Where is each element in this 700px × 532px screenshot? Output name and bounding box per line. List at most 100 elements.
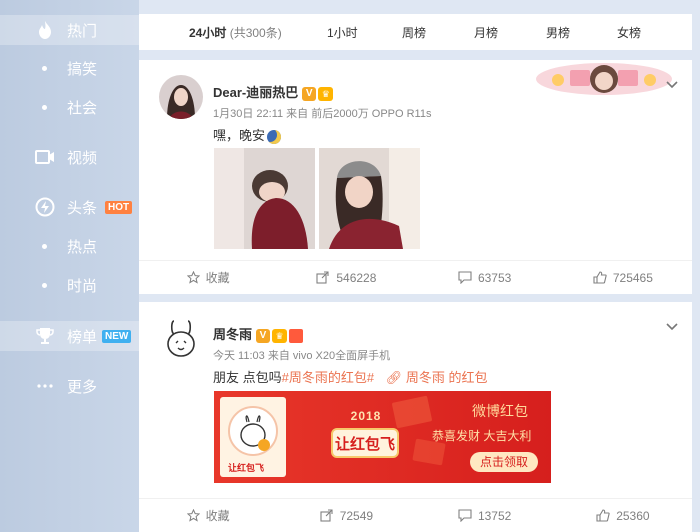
red-envelope-badge-icon bbox=[289, 328, 304, 343]
red-envelope-link[interactable]: 🔗︎ 周冬雨 的红包 bbox=[386, 370, 488, 385]
like-count: 725465 bbox=[612, 270, 653, 285]
banner-slogan: 让红包飞 bbox=[334, 436, 395, 453]
like-count: 25360 bbox=[616, 508, 650, 523]
author-name[interactable]: Dear-迪丽热巴 V ♛ bbox=[213, 82, 334, 101]
lightning-icon bbox=[34, 196, 56, 218]
comment-button[interactable]: 13752 bbox=[416, 499, 554, 532]
post-text-body: 嘿，晚安 bbox=[213, 128, 266, 143]
collect-button[interactable]: 收藏 bbox=[139, 499, 277, 532]
banner-claim-button[interactable]: 点击领取 bbox=[470, 452, 538, 472]
sidebar-item-video[interactable]: 视频 bbox=[0, 142, 139, 172]
sidebar-item-fashion[interactable]: 时尚 bbox=[0, 270, 139, 300]
bullet-icon bbox=[42, 243, 47, 249]
post-text-body: 朋友 点包吗 bbox=[213, 370, 282, 385]
tab-label: 24小时 bbox=[189, 26, 227, 40]
comment-icon bbox=[458, 271, 472, 284]
sidebar-item-hotspot[interactable]: 热点 bbox=[0, 231, 139, 261]
sidebar-item-hot[interactable]: 热门 bbox=[0, 15, 139, 45]
sidebar-item-label: 时尚 bbox=[67, 277, 98, 295]
sidebar-item-society[interactable]: 社会 bbox=[0, 92, 139, 122]
author-name-text: Dear-迪丽热巴 bbox=[213, 85, 299, 100]
repost-count: 72549 bbox=[339, 508, 374, 523]
comment-count: 13752 bbox=[477, 508, 512, 523]
vip-badge-icon: ♛ bbox=[318, 86, 334, 101]
like-button[interactable]: 25360 bbox=[554, 499, 692, 532]
post-text: 朋友 点包吗#周冬雨的红包# 🔗︎ 周冬雨 的红包 bbox=[213, 367, 487, 386]
post-meta: 今天 11:03 来自 vivo X20全面屏手机 bbox=[213, 350, 391, 362]
collect-label: 收藏 bbox=[205, 271, 230, 285]
thumbs-up-icon bbox=[596, 509, 610, 522]
post-actions: 收藏 546228 63753 725465 bbox=[139, 260, 692, 294]
sidebar-item-ranking[interactable]: 榜单 NEW bbox=[0, 321, 139, 351]
trophy-icon bbox=[34, 325, 56, 347]
topic-link[interactable]: #周冬雨的红包# bbox=[282, 370, 374, 385]
moon-emoji-icon bbox=[267, 129, 282, 144]
more-dots-icon bbox=[34, 375, 56, 397]
sidebar: 热门 搞笑 社会 视频 头条 HOT 热点 时尚 榜单 NEW 更多 bbox=[0, 0, 139, 532]
chevron-down-icon[interactable] bbox=[666, 318, 678, 331]
author-name[interactable]: 周冬雨 V ♛ bbox=[213, 324, 304, 343]
bullet-icon bbox=[42, 104, 47, 110]
chevron-down-icon[interactable] bbox=[666, 76, 678, 89]
banner-year: 2018 bbox=[350, 409, 382, 423]
tab-male[interactable]: 男榜 bbox=[546, 24, 570, 41]
new-badge: NEW bbox=[102, 329, 132, 343]
collect-button[interactable]: 收藏 bbox=[139, 261, 277, 294]
repost-icon bbox=[320, 509, 333, 522]
sidebar-item-headlines[interactable]: 头条 HOT bbox=[0, 192, 139, 222]
repost-button[interactable]: 72549 bbox=[277, 499, 415, 532]
sidebar-item-label: 热门 bbox=[67, 22, 98, 40]
banner-subtitle: 恭喜发财 大吉大利 bbox=[432, 429, 532, 443]
ranking-tabs: 24小时 (共300条) 1小时 周榜 月榜 男榜 女榜 bbox=[139, 14, 692, 50]
tab-1h[interactable]: 1小时 bbox=[327, 24, 358, 41]
comment-button[interactable]: 63753 bbox=[416, 261, 554, 294]
sidebar-item-label: 榜单 bbox=[67, 328, 98, 346]
card-decoration bbox=[534, 60, 674, 98]
verified-badge-icon: V bbox=[302, 86, 317, 101]
bullet-icon bbox=[42, 282, 47, 288]
banner-logo-text: 让红包飞 bbox=[228, 463, 265, 473]
post-photo[interactable] bbox=[214, 148, 315, 249]
sidebar-item-label: 社会 bbox=[67, 99, 98, 117]
repost-count: 546228 bbox=[336, 270, 377, 285]
post-text: 嘿，晚安 bbox=[213, 125, 282, 144]
like-button[interactable]: 725465 bbox=[554, 261, 692, 294]
vip-badge-icon: ♛ bbox=[272, 328, 288, 343]
author-name-text: 周冬雨 bbox=[213, 327, 253, 342]
sidebar-item-funny[interactable]: 搞笑 bbox=[0, 53, 139, 83]
repost-button[interactable]: 546228 bbox=[277, 261, 415, 294]
sidebar-item-label: 搞笑 bbox=[67, 60, 98, 78]
sidebar-item-label: 热点 bbox=[67, 238, 98, 256]
feed-card: Dear-迪丽热巴 V ♛ 1月30日 22:11 来自 前后2000万 OPPO … bbox=[139, 60, 692, 294]
repost-icon bbox=[316, 271, 329, 284]
sidebar-item-more[interactable]: 更多 bbox=[0, 371, 139, 401]
thumbs-up-icon bbox=[593, 271, 607, 284]
post-photo[interactable] bbox=[319, 148, 420, 249]
feed-card: 周冬雨 V ♛ 今天 11:03 来自 vivo X20全面屏手机 朋友 点包吗#周… bbox=[139, 302, 692, 532]
sidebar-item-label: 头条 bbox=[67, 199, 98, 217]
sidebar-item-label: 视频 bbox=[67, 149, 98, 167]
hot-badge: HOT bbox=[105, 200, 133, 214]
tab-female[interactable]: 女榜 bbox=[617, 24, 641, 41]
link-label: 周冬雨 的红包 bbox=[405, 370, 488, 385]
star-icon bbox=[186, 271, 200, 284]
video-camera-icon bbox=[34, 146, 56, 168]
sidebar-item-label: 更多 bbox=[67, 378, 98, 396]
tab-weekly[interactable]: 周榜 bbox=[402, 24, 426, 41]
comment-icon bbox=[458, 509, 472, 522]
tab-count: (共300条) bbox=[229, 26, 282, 40]
comment-count: 63753 bbox=[477, 270, 512, 285]
tab-monthly[interactable]: 月榜 bbox=[474, 24, 498, 41]
red-envelope-banner[interactable]: 让红包飞 2018 让红包飞 微博红包 恭喜发财 大吉大利 点击领取 bbox=[214, 391, 551, 483]
collect-label: 收藏 bbox=[205, 509, 230, 523]
star-icon bbox=[186, 509, 200, 522]
avatar[interactable] bbox=[159, 75, 203, 119]
avatar[interactable] bbox=[159, 317, 203, 361]
post-meta: 1月30日 22:11 来自 前后2000万 OPPO R11s bbox=[213, 108, 432, 120]
verified-badge-icon: V bbox=[256, 328, 271, 343]
post-actions: 收藏 72549 13752 25360 bbox=[139, 498, 692, 532]
banner-title: 微博红包 bbox=[472, 403, 528, 419]
flame-icon bbox=[34, 19, 56, 41]
link-icon: 🔗︎ bbox=[385, 370, 403, 385]
tab-24h[interactable]: 24小时 (共300条) bbox=[189, 24, 282, 41]
